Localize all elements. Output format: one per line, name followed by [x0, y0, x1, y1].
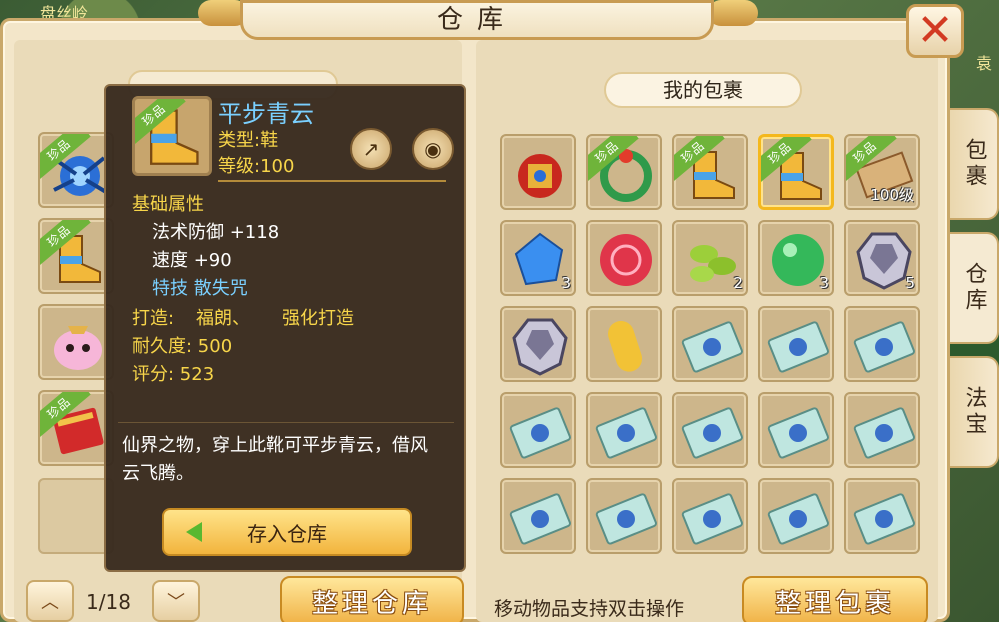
- bag-slot[interactable]: [672, 392, 748, 468]
- bag-slot[interactable]: 珍品: [586, 134, 662, 210]
- ticket-icon: [852, 400, 916, 464]
- forge-names: 福朗、: [196, 308, 250, 329]
- bag-slot[interactable]: [844, 478, 920, 554]
- ticket-icon: [766, 400, 830, 464]
- ticket-icon: [766, 486, 830, 550]
- bag-slot[interactable]: [500, 392, 576, 468]
- share-button[interactable]: ↗: [350, 128, 392, 170]
- pet-bag-icon: [46, 312, 110, 376]
- move-hint-text: 移动物品支持双击操作: [494, 598, 685, 620]
- red-orb-icon: [594, 228, 658, 292]
- close-button[interactable]: ✕: [906, 4, 964, 58]
- bag-slot[interactable]: [586, 306, 662, 382]
- bag-slot[interactable]: 珍品: [758, 134, 834, 210]
- item-count: 5: [905, 274, 915, 292]
- ticket-icon: [680, 314, 744, 378]
- ticket-icon: [680, 486, 744, 550]
- ticket-icon: [508, 400, 572, 464]
- page-down-button[interactable]: ﹀: [152, 580, 200, 622]
- ticket-icon: [766, 314, 830, 378]
- tab-warehouse[interactable]: 仓库: [950, 232, 999, 344]
- ticket-icon: [852, 486, 916, 550]
- warehouse-slot-empty[interactable]: [38, 478, 114, 554]
- forge-label: 打造:: [132, 308, 175, 329]
- bag-slot[interactable]: [500, 478, 576, 554]
- close-icon: ✕: [916, 5, 954, 56]
- warehouse-slot[interactable]: [38, 304, 114, 380]
- bag-slot[interactable]: [586, 478, 662, 554]
- tab-treasure[interactable]: 法宝: [950, 356, 999, 468]
- arrow-left-icon: [186, 522, 202, 542]
- gem-icon: [508, 314, 572, 378]
- tooltip-divider: [218, 180, 446, 182]
- bag-title: 我的包裹: [604, 72, 802, 108]
- forge-extra: 强化打造: [282, 308, 354, 329]
- bag-slot[interactable]: 2: [672, 220, 748, 296]
- item-level-label: 100级: [870, 186, 914, 204]
- sort-warehouse-button[interactable]: 整理仓库: [280, 576, 464, 622]
- armor-icon: [508, 142, 572, 206]
- item-name: 平步青云: [218, 100, 314, 128]
- bag-slot[interactable]: [758, 306, 834, 382]
- bag-slot[interactable]: [844, 306, 920, 382]
- bag-slot[interactable]: [586, 392, 662, 468]
- base-attr-title: 基础属性: [132, 194, 204, 215]
- item-tooltip: 珍品 平步青云 类型:鞋 等级:100 ↗ ◉ 基础属性 法术防御 +118 速…: [104, 84, 466, 572]
- chevron-up-icon: ︿: [41, 592, 59, 613]
- special-skill: 特技 散失咒: [152, 278, 248, 299]
- eye-icon: ◉: [424, 137, 442, 161]
- item-count: 3: [819, 274, 829, 292]
- map-location-label-right: 袁: [976, 54, 993, 73]
- chevron-down-icon: ﹀: [167, 592, 185, 613]
- store-button-label: 存入仓库: [247, 521, 327, 546]
- store-to-warehouse-button[interactable]: 存入仓库: [162, 508, 412, 556]
- bag-slot[interactable]: [500, 134, 576, 210]
- item-type: 类型:鞋: [218, 130, 279, 151]
- window-title: 仓库: [240, 0, 714, 40]
- ticket-icon: [594, 400, 658, 464]
- ticket-icon: [594, 486, 658, 550]
- page-indicator: 1/18: [86, 590, 131, 614]
- attr-magic-defense: 法术防御 +118: [152, 222, 280, 243]
- item-description: 仙界之物，穿上此靴可平步青云，借风云飞腾。: [122, 435, 428, 484]
- tab-bag[interactable]: 包裹: [950, 108, 999, 220]
- bag-slot[interactable]: [758, 392, 834, 468]
- sort-bag-button[interactable]: 整理包裹: [742, 576, 928, 622]
- bag-slot[interactable]: [500, 306, 576, 382]
- bag-slot[interactable]: [586, 220, 662, 296]
- bag-slot[interactable]: [758, 478, 834, 554]
- view-button[interactable]: ◉: [412, 128, 454, 170]
- item-count: 2: [733, 274, 743, 292]
- bag-slot[interactable]: 珍品: [672, 134, 748, 210]
- bag-slot[interactable]: 5: [844, 220, 920, 296]
- item-count: 3: [561, 274, 571, 292]
- bag-slot[interactable]: 3: [500, 220, 576, 296]
- bag-slot[interactable]: [672, 478, 748, 554]
- bag-slot[interactable]: 珍品 100级: [844, 134, 920, 210]
- gold-jade-icon: [594, 314, 658, 378]
- bag-slot[interactable]: 3: [758, 220, 834, 296]
- attr-speed: 速度 +90: [152, 250, 232, 271]
- share-icon: ↗: [362, 137, 380, 161]
- page-up-button[interactable]: ︿: [26, 580, 74, 622]
- bag-slot[interactable]: [844, 392, 920, 468]
- warehouse-slot[interactable]: 珍品: [38, 132, 114, 208]
- warehouse-slot[interactable]: 珍品: [38, 218, 114, 294]
- tooltip-item-icon: 珍品: [132, 96, 212, 176]
- banner-ornament-right: [708, 0, 758, 26]
- score: 评分: 523: [132, 364, 215, 385]
- ticket-icon: [852, 314, 916, 378]
- ticket-icon: [680, 400, 744, 464]
- warehouse-slot[interactable]: 珍品: [38, 390, 114, 466]
- durability: 耐久度: 500: [132, 336, 233, 357]
- bag-slot[interactable]: [672, 306, 748, 382]
- ticket-icon: [508, 486, 572, 550]
- item-level: 等级:100: [218, 156, 295, 177]
